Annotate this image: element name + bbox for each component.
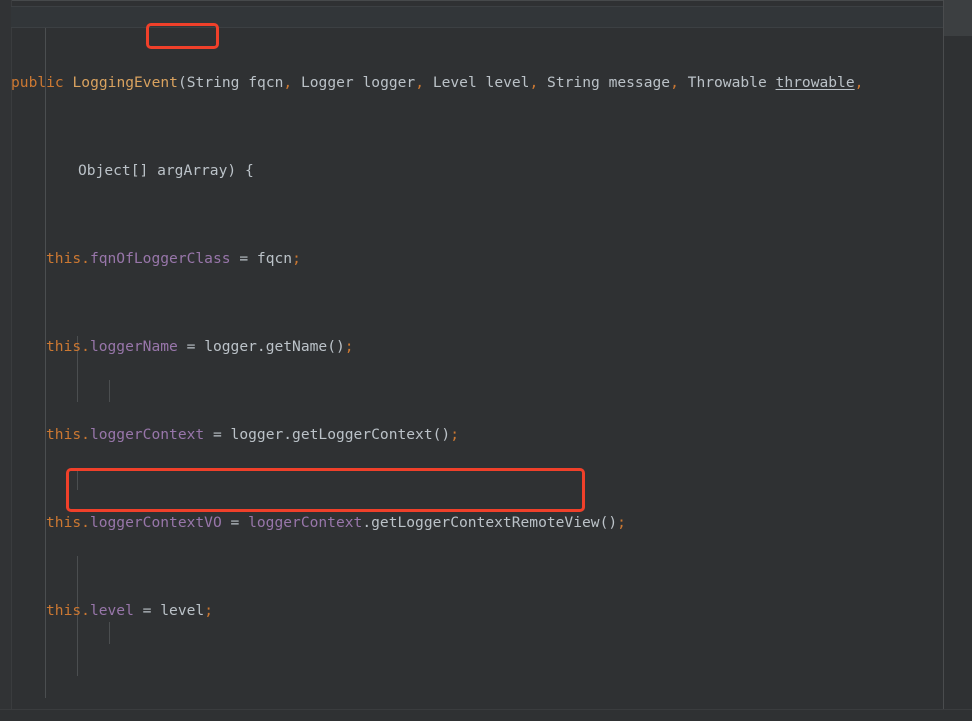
clipped-next-line (0, 709, 972, 721)
token-value-getname: logger.getName() (204, 338, 345, 355)
token-comma-4: , (670, 74, 679, 91)
token-field-loggercontext: loggerContext (89, 426, 205, 443)
token-type-logger: Logger (292, 74, 354, 91)
token-dot-1: . (81, 250, 90, 267)
token-assign-5: = (133, 602, 161, 619)
token-keyword-this-5: this (46, 602, 82, 619)
token-param-level: level (476, 74, 530, 91)
token-field-loggercontext-ref: loggerContext (248, 514, 363, 531)
token-semicolon-3: ; (450, 426, 459, 443)
code-line-6: this.loggerContextVO = loggerContext.get… (0, 512, 972, 534)
token-keyword-public: public (11, 74, 64, 91)
token-dot-2: . (81, 338, 90, 355)
token-value-getloggercontext: logger.getLoggerContext() (230, 426, 451, 443)
token-type-string-2: String (538, 74, 600, 91)
token-comma-3: , (529, 74, 539, 91)
token-type-throwable: Throwable (678, 74, 767, 91)
token-keyword-this-3: this (46, 426, 82, 443)
token-dot-4: . (81, 514, 90, 531)
token-keyword-this-2: this (46, 338, 82, 355)
editor-top-border (0, 0, 972, 1)
code-line-4: this.loggerName = logger.getName(); (0, 336, 972, 358)
token-param-argarray: argArray (157, 162, 228, 179)
token-type-object-array: Object[] (78, 162, 149, 179)
code-line-1: public LoggingEvent(String fqcn, Logger … (0, 72, 972, 94)
code-line-5: this.loggerContext = logger.getLoggerCon… (0, 424, 972, 446)
code-line-7: this.level = level; (0, 600, 972, 622)
token-comma-5: , (854, 74, 864, 91)
token-brace-open-1: ) { (227, 162, 254, 179)
code-line-3: this.fqnOfLoggerClass = fqcn; (0, 248, 972, 270)
token-comma-1: , (283, 74, 293, 91)
token-dot-3: . (81, 426, 90, 443)
token-type-level: Level (424, 74, 477, 91)
code-line-2: Object[] argArray) { (0, 160, 972, 182)
token-assign-2: = (177, 338, 205, 355)
token-field-fqnofloggerclass: fqnOfLoggerClass (89, 250, 231, 267)
token-param-message: message (599, 74, 671, 91)
token-keyword-this-4: this (46, 514, 82, 531)
token-field-loggercontextvo: loggerContextVO (89, 514, 222, 531)
token-type-loggingevent: LoggingEvent (72, 74, 178, 91)
token-field-level: level (89, 602, 134, 619)
token-value-level: level (160, 602, 205, 619)
token-semicolon-2: ; (344, 338, 354, 355)
token-assign-4: = (221, 514, 249, 531)
token-semicolon-1: ; (292, 250, 301, 267)
token-param-fqcn: fqcn (239, 74, 284, 91)
token-field-loggername: loggerName (89, 338, 178, 355)
code-content[interactable]: public LoggingEvent(String fqcn, Logger … (0, 6, 972, 721)
token-dot-5: . (81, 602, 90, 619)
token-assign-3: = (204, 426, 231, 443)
code-editor[interactable]: public LoggingEvent(String fqcn, Logger … (0, 0, 972, 721)
token-call-getremoteview: .getLoggerContextRemoteView() (362, 514, 618, 531)
token-paren-open: ( (177, 74, 187, 91)
token-value-fqcn: fqcn (256, 250, 293, 267)
token-semicolon-4: ; (617, 514, 626, 531)
token-type-string: String (186, 74, 240, 91)
token-semicolon-5: ; (204, 602, 213, 619)
token-param-throwable: throwable (775, 74, 855, 91)
token-param-logger: logger (353, 74, 416, 91)
token-comma-2: , (415, 74, 425, 91)
code-line-8-blank (0, 688, 972, 710)
token-assign-1: = (230, 250, 257, 267)
token-keyword-this-1: this (46, 250, 82, 267)
